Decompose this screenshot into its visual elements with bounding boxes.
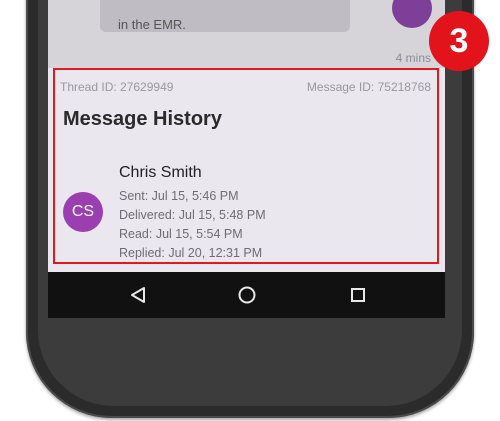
home-button[interactable] [235, 283, 259, 307]
previous-message-text: in the EMR. [118, 17, 186, 32]
back-button[interactable] [126, 283, 150, 307]
highlight-box [53, 68, 439, 264]
stage: in the EMR. 4 mins Thread ID: 27629949 M… [0, 0, 500, 421]
previous-message-avatar [392, 0, 432, 28]
previous-message-area: in the EMR. 4 mins [48, 0, 445, 68]
android-nav-bar [48, 272, 445, 318]
back-triangle-icon [131, 287, 145, 303]
step-badge: 3 [429, 11, 489, 71]
previous-message-time: 4 mins [395, 51, 431, 65]
home-circle-icon [238, 286, 256, 304]
recents-square-icon [351, 288, 365, 302]
recents-button[interactable] [346, 283, 370, 307]
